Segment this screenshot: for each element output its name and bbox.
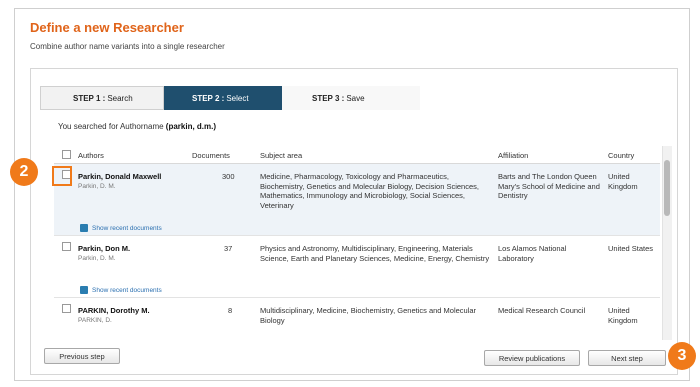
affiliation: Medical Research Council	[498, 306, 586, 315]
header-affiliation: Affiliation	[498, 151, 529, 160]
author-cell: Parkin, Don M. Parkin, D. M.	[78, 244, 188, 263]
scrollbar-thumb[interactable]	[664, 160, 670, 216]
header-country: Country	[608, 151, 635, 160]
step-search[interactable]: STEP 1 : Search	[40, 86, 164, 110]
documents-count[interactable]: 8	[228, 306, 232, 316]
show-recent-documents-link[interactable]: Show recent documents	[80, 286, 162, 294]
previous-step-button[interactable]: Previous step	[44, 348, 120, 364]
table-row[interactable]: 3 PARKIN, Dorothy M. PARKIN, D. 8 Multid…	[54, 298, 660, 340]
review-publications-button[interactable]: Review publications	[484, 350, 580, 366]
dialog-subtitle: Combine author name variants into a sing…	[30, 42, 225, 51]
subject-area: Medicine, Pharmacology, Toxicology and P…	[260, 172, 479, 210]
author-variant: Parkin, D. M.	[78, 182, 116, 190]
results-table: 1 Parkin, Donald Maxwell Parkin, D. M. 3…	[54, 164, 660, 340]
author-cell: Parkin, Donald Maxwell Parkin, D. M.	[78, 172, 188, 191]
author-cell: PARKIN, Dorothy M. PARKIN, D.	[78, 306, 188, 325]
wizard-stepper: STEP 1 : Search STEP 2 : Select STEP 3 :…	[40, 86, 420, 110]
row-checkbox[interactable]	[62, 304, 71, 313]
affiliation: Los Alamos National Laboratory	[498, 244, 567, 263]
step3-label: STEP 3 :	[312, 93, 345, 103]
select-all-checkbox[interactable]	[62, 150, 71, 159]
subject-area: Physics and Astronomy, Multidisciplinary…	[260, 244, 490, 263]
step-save[interactable]: STEP 3 : Save	[282, 86, 420, 110]
search-query: (parkin, d.m.)	[165, 122, 217, 131]
country: United Kingdom	[608, 172, 638, 191]
checkbox-highlight-box	[52, 166, 72, 186]
documents-count[interactable]: 300	[222, 172, 235, 182]
next-step-button[interactable]: Next step	[588, 350, 666, 366]
show-recent-label: Show recent documents	[92, 286, 162, 294]
dialog-title: Define a new Researcher	[30, 20, 184, 35]
header-documents[interactable]: Documents	[192, 151, 230, 160]
search-summary-prefix: You searched for Authorname	[58, 122, 164, 131]
subject-area: Multidisciplinary, Medicine, Biochemistr…	[260, 306, 477, 325]
document-icon	[80, 286, 88, 294]
author-name[interactable]: PARKIN, Dorothy M.	[78, 306, 188, 316]
author-variant: PARKIN, D.	[78, 316, 112, 324]
author-variant: Parkin, D. M.	[78, 254, 116, 262]
country: United States	[608, 244, 654, 253]
callout-badge-2: 2	[10, 158, 38, 186]
table-row[interactable]: 1 Parkin, Donald Maxwell Parkin, D. M. 3…	[54, 164, 660, 236]
show-recent-label: Show recent documents	[92, 224, 162, 232]
affiliation: Barts and The London Queen Mary's School…	[498, 172, 600, 200]
step2-label: STEP 2 :	[192, 93, 225, 103]
header-authors[interactable]: Authors	[78, 151, 104, 160]
show-recent-documents-link[interactable]: Show recent documents	[80, 224, 162, 232]
author-name[interactable]: Parkin, Donald Maxwell	[78, 172, 188, 182]
step1-label: STEP 1 :	[73, 93, 106, 103]
author-name[interactable]: Parkin, Don M.	[78, 244, 188, 254]
header-subject: Subject area	[260, 151, 303, 160]
table-row[interactable]: 2 Parkin, Don M. Parkin, D. M. 37 Physic…	[54, 236, 660, 298]
step-select[interactable]: STEP 2 : Select	[164, 86, 294, 110]
search-summary: You searched for Authorname (parkin, d.m…	[58, 122, 216, 131]
callout-badge-3: 3	[668, 342, 696, 370]
step1-name: Search	[107, 93, 133, 103]
step2-name: Select	[226, 93, 249, 103]
documents-count[interactable]: 37	[224, 244, 232, 254]
step3-name: Save	[346, 93, 365, 103]
document-icon	[80, 224, 88, 232]
country: United Kingdom	[608, 306, 638, 325]
table-header: Authors Documents Subject area Affiliati…	[54, 146, 660, 164]
row-checkbox[interactable]	[62, 242, 71, 251]
